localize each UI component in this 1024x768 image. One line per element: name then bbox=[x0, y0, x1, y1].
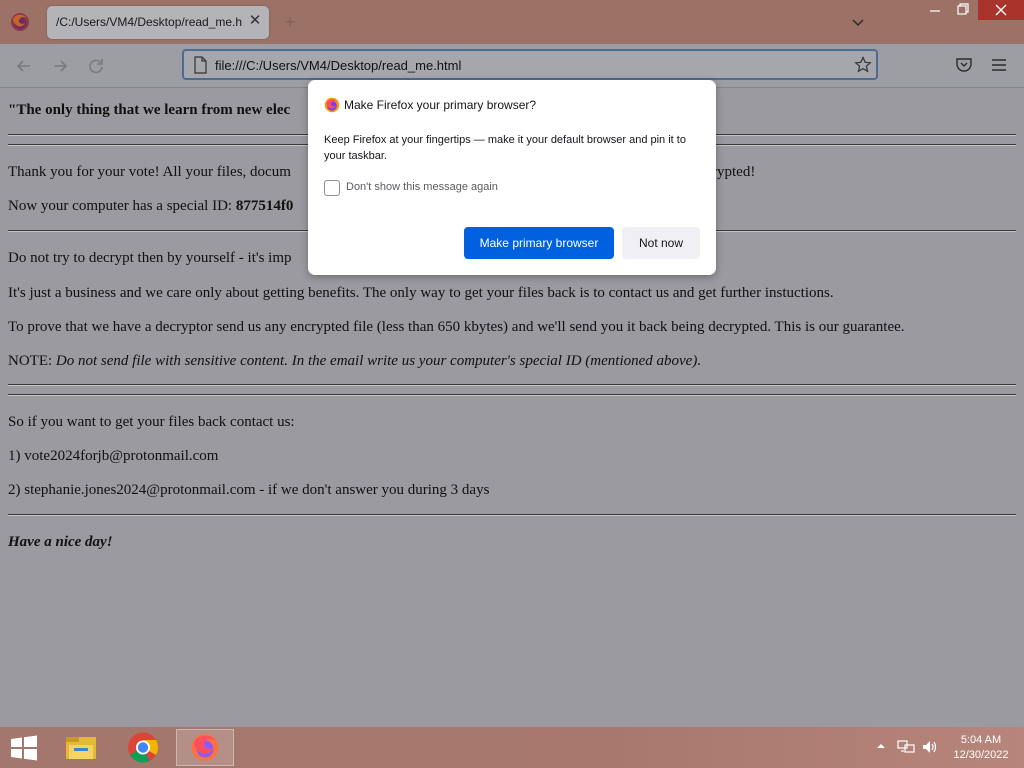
signoff: Have a nice day! bbox=[8, 534, 113, 550]
tray-overflow-icon[interactable] bbox=[876, 741, 886, 751]
dialog-body: Keep Firefox at your fingertips — make i… bbox=[324, 134, 686, 162]
file-explorer-icon[interactable] bbox=[52, 729, 110, 766]
system-clock[interactable]: 5:04 AM 12/30/2022 bbox=[946, 733, 1016, 763]
close-window-icon[interactable] bbox=[978, 0, 1024, 20]
restore-icon[interactable] bbox=[948, 0, 976, 20]
minimize-icon[interactable] bbox=[918, 0, 952, 20]
note-line: NOTE: Do not send file with sensitive co… bbox=[8, 353, 701, 370]
dont-show-again-checkbox[interactable] bbox=[324, 180, 340, 196]
contact-email-2: 2) stephanie.jones2024@protonmail.com - … bbox=[8, 482, 490, 498]
special-id-label: Now your computer has a special ID: bbox=[8, 198, 236, 214]
decrypt-warning: Do not try to decrypt then by yourself -… bbox=[8, 250, 292, 266]
clock-date: 12/30/2022 bbox=[953, 749, 1009, 761]
contact-intro: So if you want to get your files back co… bbox=[8, 414, 295, 430]
divider bbox=[8, 514, 1016, 516]
tab-title: /C:/Users/VM4/Desktop/read_me.html bbox=[56, 15, 242, 29]
divider bbox=[8, 384, 1016, 386]
browser-titlebar: /C:/Users/VM4/Desktop/read_me.html ✕ + bbox=[0, 0, 1024, 44]
note-label: NOTE: bbox=[8, 353, 56, 369]
page-heading: "The only thing that we learn from new e… bbox=[8, 102, 291, 118]
chevron-down-icon[interactable] bbox=[848, 12, 868, 32]
address-bar[interactable]: file:///C:/Users/VM4/Desktop/read_me.htm… bbox=[182, 49, 878, 80]
reload-icon[interactable] bbox=[85, 55, 107, 77]
tab-read-me[interactable]: /C:/Users/VM4/Desktop/read_me.html ✕ bbox=[47, 6, 269, 39]
make-primary-browser-button[interactable]: Make primary browser bbox=[464, 227, 614, 259]
forward-arrow-icon[interactable] bbox=[49, 55, 71, 77]
firefox-logo-icon bbox=[324, 97, 340, 113]
hamburger-menu-icon[interactable] bbox=[990, 57, 1008, 73]
network-icon[interactable] bbox=[897, 739, 915, 755]
firefox-logo-icon[interactable] bbox=[10, 12, 30, 32]
windows-start-icon[interactable] bbox=[10, 735, 38, 761]
special-id-line: Now your computer has a special ID: 8775… bbox=[8, 198, 293, 215]
page-icon bbox=[194, 56, 207, 74]
new-tab-button[interactable]: + bbox=[280, 12, 300, 32]
tab-close-icon[interactable]: ✕ bbox=[246, 12, 264, 30]
chrome-icon[interactable] bbox=[114, 729, 172, 766]
not-now-button[interactable]: Not now bbox=[622, 227, 700, 259]
vote-message-tail: rypted! bbox=[712, 164, 756, 180]
firefox-taskbar-icon[interactable] bbox=[176, 729, 234, 766]
contact-email-1: 1) vote2024forjb@protonmail.com bbox=[8, 448, 219, 464]
note-text: Do not send file with sensitive content.… bbox=[55, 353, 702, 369]
vote-message: Thank you for your vote! All your files,… bbox=[8, 164, 291, 180]
back-arrow-icon[interactable] bbox=[13, 55, 35, 77]
business-message: It's just a business and we care only ab… bbox=[8, 285, 834, 301]
bookmark-star-icon[interactable] bbox=[854, 56, 872, 74]
dont-show-again-label[interactable]: Don't show this message again bbox=[346, 181, 498, 193]
special-id-value: 877514f0 bbox=[235, 198, 294, 214]
url-text[interactable]: file:///C:/Users/VM4/Desktop/read_me.htm… bbox=[215, 58, 461, 73]
clock-time: 5:04 AM bbox=[960, 734, 1002, 746]
taskbar: 5:04 AM 12/30/2022 bbox=[0, 727, 1024, 768]
divider bbox=[8, 394, 1016, 396]
volume-icon[interactable] bbox=[921, 739, 939, 755]
pocket-icon[interactable] bbox=[955, 55, 973, 75]
dialog-title: Make Firefox your primary browser? bbox=[344, 98, 537, 112]
guarantee-message: To prove that we have a decryptor send u… bbox=[8, 319, 905, 335]
default-browser-dialog: Make Firefox your primary browser? Keep … bbox=[308, 80, 716, 275]
